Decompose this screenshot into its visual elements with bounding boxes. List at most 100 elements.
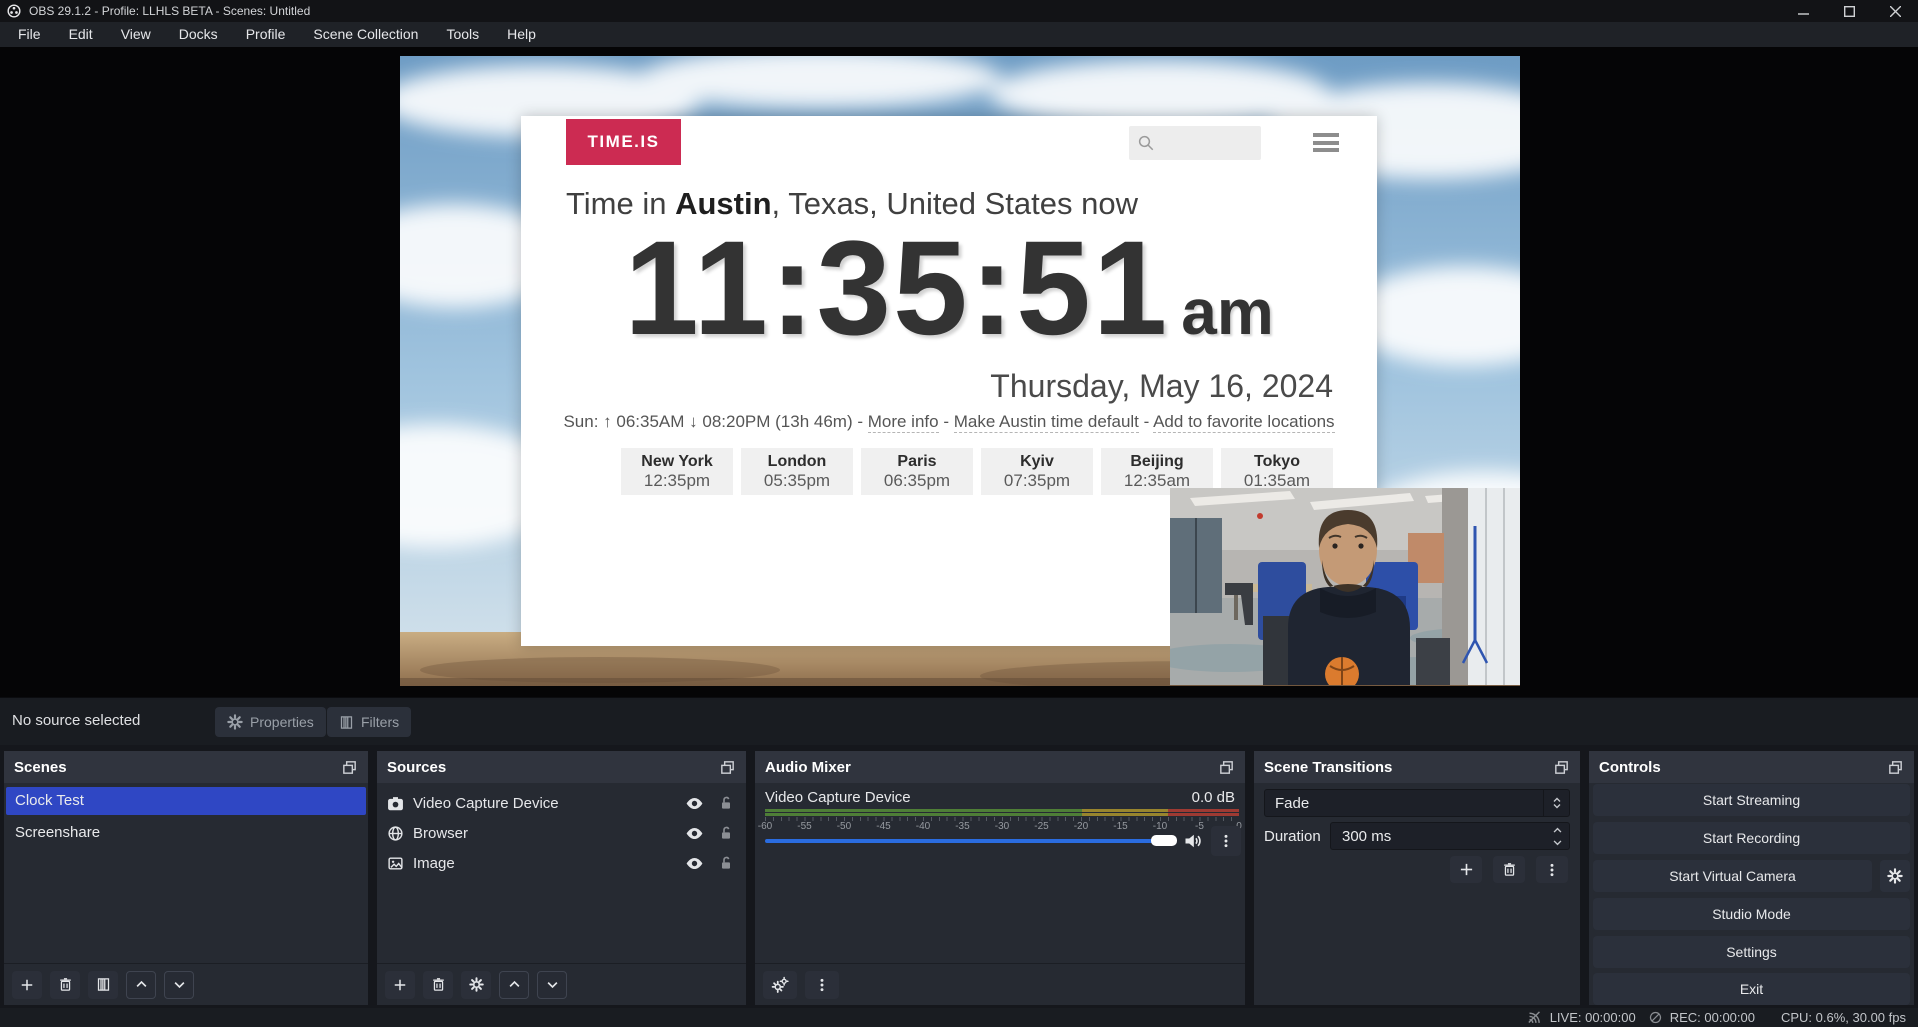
make-default-link: Make Austin time default [954,412,1139,433]
stream-signal-off-icon [1526,1009,1543,1026]
sun-info-line: Sun: ↑ 06:35AM ↓ 08:20PM (13h 46m) - Mor… [521,412,1377,432]
program-video[interactable]: TIME.IS Time in Austin, Texas, United St… [400,56,1520,686]
record-off-icon [1648,1010,1663,1025]
audio-mixer-panel-header: Audio Mixer [755,751,1245,783]
webcam-overlay[interactable] [1170,488,1520,685]
hamburger-menu-icon [1313,133,1339,152]
scenes-toolbar [4,963,368,1005]
scenes-panel: Scenes Clock Test Screenshare [4,751,368,1005]
visibility-eye-icon[interactable] [685,854,704,873]
volume-slider[interactable] [765,839,1171,843]
transition-select[interactable]: Fade [1264,789,1570,817]
visibility-eye-icon[interactable] [685,794,704,813]
popout-icon[interactable] [1887,759,1904,776]
source-row-browser[interactable]: Browser [377,818,746,848]
preview-canvas: TIME.IS Time in Austin, Texas, United St… [0,47,1918,697]
remove-scene-button[interactable] [50,971,80,999]
timeis-clock: 11:35:51 am [521,212,1377,365]
camera-icon [387,795,404,812]
maximize-button[interactable] [1826,0,1872,22]
studio-mode-button[interactable]: Studio Mode [1593,898,1910,930]
start-virtual-camera-button[interactable]: Start Virtual Camera [1593,860,1872,892]
start-recording-button[interactable]: Start Recording [1593,822,1910,854]
live-status: LIVE: 00:00:00 [1526,1009,1636,1026]
menu-tools[interactable]: Tools [432,22,493,47]
no-source-label: No source selected [12,712,140,729]
popout-icon[interactable] [719,759,736,776]
sources-toolbar [377,963,746,1005]
globe-icon [387,825,404,842]
duration-decrease-button[interactable] [1545,836,1569,849]
city-box: New York 12:35pm [621,448,733,495]
settings-button[interactable]: Settings [1593,936,1910,968]
menu-docks[interactable]: Docks [165,22,232,47]
audio-mixer-panel: Audio Mixer Video Capture Device 0.0 dB … [755,751,1245,1005]
city-box: Paris 06:35pm [861,448,973,495]
meter-scale-labels: -60 -55 -50 -45 -40 -35 -30 -25 -20 -15 … [765,821,1239,834]
minimize-button[interactable] [1780,0,1826,22]
properties-button[interactable]: Properties [215,707,326,737]
menu-file[interactable]: File [4,22,55,47]
scene-item-clock-test[interactable]: Clock Test [6,787,366,815]
popout-icon[interactable] [341,759,358,776]
duration-spinbox[interactable]: 300 ms [1330,822,1570,850]
sources-panel: Sources Video Capture Device [377,751,746,1005]
volume-slider-handle[interactable] [1151,835,1177,846]
lock-open-icon[interactable] [718,855,734,871]
remove-transition-button[interactable] [1493,856,1525,883]
start-streaming-button[interactable]: Start Streaming [1593,784,1910,816]
filters-icon [339,715,354,730]
speaker-icon[interactable] [1183,831,1203,851]
chevron-up-down-icon [1543,790,1569,816]
title-bar: OBS 29.1.2 - Profile: LLHLS BETA - Scene… [0,0,1918,22]
menu-profile[interactable]: Profile [232,22,300,47]
volume-meter [765,809,1239,816]
sources-panel-header: Sources [377,751,746,783]
timeis-date: Thursday, May 16, 2024 [990,368,1333,405]
city-box: Kyiv 07:35pm [981,448,1093,495]
move-scene-up-button[interactable] [126,971,156,999]
rec-status: REC: 00:00:00 [1648,1010,1755,1025]
obs-logo-icon [7,4,21,18]
source-properties-button[interactable] [461,971,491,999]
transition-menu-dots-button[interactable] [1536,856,1568,883]
sun-times: Sun: ↑ 06:35AM ↓ 08:20PM (13h 46m) - [563,412,867,431]
duration-increase-button[interactable] [1545,823,1569,836]
search-icon [1137,134,1155,152]
source-row-image[interactable]: Image [377,848,746,878]
mixer-channel-menu-button[interactable] [1211,826,1241,856]
scene-item-screenshare[interactable]: Screenshare [6,819,366,847]
lock-open-icon[interactable] [718,795,734,811]
menu-help[interactable]: Help [493,22,550,47]
scene-filters-button[interactable] [88,971,118,999]
filters-button[interactable]: Filters [327,707,411,737]
lock-open-icon[interactable] [718,825,734,841]
move-source-down-button[interactable] [537,971,567,999]
window-title: OBS 29.1.2 - Profile: LLHLS BETA - Scene… [29,4,310,18]
popout-icon[interactable] [1218,759,1235,776]
virtual-camera-settings-button[interactable] [1880,860,1910,892]
controls-panel-header: Controls [1589,751,1914,783]
add-scene-button[interactable] [12,971,42,999]
move-source-up-button[interactable] [499,971,529,999]
menu-edit[interactable]: Edit [55,22,107,47]
add-source-button[interactable] [385,971,415,999]
close-button[interactable] [1872,0,1918,22]
add-transition-button[interactable] [1450,856,1482,883]
exit-button[interactable]: Exit [1593,973,1910,1005]
visibility-eye-icon[interactable] [685,824,704,843]
scenes-panel-header: Scenes [4,751,368,783]
cpu-fps-status: CPU: 0.6%, 30.00 fps [1781,1010,1906,1025]
menu-scene-collection[interactable]: Scene Collection [299,22,432,47]
scene-transitions-panel-header: Scene Transitions [1254,751,1580,783]
popout-icon[interactable] [1553,759,1570,776]
advanced-audio-gears-button[interactable] [763,971,797,999]
add-favorite-link: Add to favorite locations [1153,412,1334,433]
menu-view[interactable]: View [107,22,165,47]
mixer-menu-dots-button[interactable] [805,971,839,999]
mixer-toolbar [755,963,1245,1005]
move-scene-down-button[interactable] [164,971,194,999]
source-row-video-capture[interactable]: Video Capture Device [377,788,746,818]
remove-source-button[interactable] [423,971,453,999]
mixer-channel-level: 0.0 dB [1192,789,1235,806]
